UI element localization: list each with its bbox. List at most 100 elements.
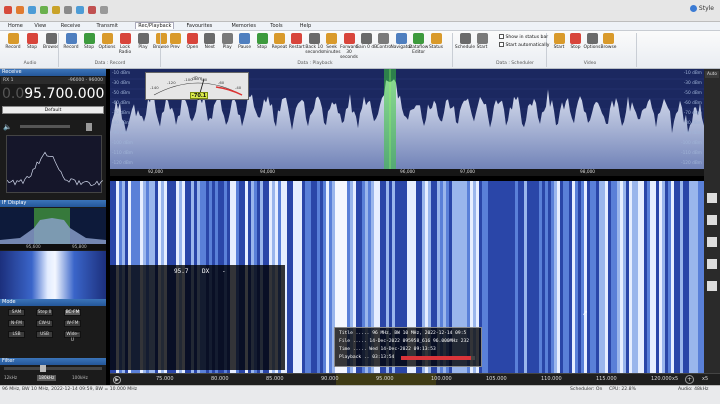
menu-tools[interactable]: Tools (270, 23, 282, 29)
menu-transmit[interactable]: Transmit (97, 23, 118, 29)
wf-contrast-button[interactable] (707, 193, 717, 203)
video-browse-button[interactable]: Browse (598, 33, 620, 50)
mini-spectrum-trace (7, 152, 103, 185)
spectrum-panel[interactable]: -10 dBm -10 dBm -30 dBm -30 dBm -50 dBm -50 d… (110, 69, 704, 176)
quick-access-icon[interactable] (4, 6, 12, 14)
s-meter-scale-label: -140 (150, 85, 159, 90)
db-label-right: -80 dBm (684, 121, 702, 126)
play-scale-icon[interactable]: ▶ (113, 376, 121, 384)
mode-wide-u-button[interactable]: Wide-U (64, 331, 81, 338)
stop-icon (84, 33, 95, 44)
mode-lsb-button[interactable]: LSB (8, 331, 25, 338)
waterfall-column (563, 181, 566, 373)
db-label: -70 dBm (112, 111, 130, 116)
waterfall-column (602, 181, 605, 373)
mode-sam-button[interactable]: SAM (8, 309, 25, 316)
quick-access-icon[interactable] (88, 6, 96, 14)
filter-handle[interactable] (40, 365, 46, 372)
quick-access-icon[interactable] (100, 6, 108, 14)
wf-level-button[interactable] (707, 281, 717, 291)
playback-progress[interactable] (401, 356, 475, 360)
quick-access-icon[interactable] (16, 6, 24, 14)
filter-slider[interactable] (4, 367, 102, 370)
waterfall-column (611, 181, 614, 373)
auto-button[interactable]: Auto (705, 71, 719, 78)
lock-radio-icon (120, 33, 131, 44)
waterfall-column (527, 181, 530, 373)
rx-row[interactable]: RX 1 -96000 - 96000 (1, 77, 105, 84)
start-automatically-check[interactable]: Start automatically (499, 42, 549, 50)
volume-slider[interactable] (20, 125, 70, 128)
filter-label-selected[interactable]: 180kHz (37, 375, 56, 381)
waterfall-column (575, 181, 578, 373)
zoom-plus-icon[interactable]: + (685, 375, 694, 384)
navigator-icon (396, 33, 407, 44)
profile-select[interactable]: Default (2, 106, 104, 114)
db-label-right: -50 dBm (684, 91, 702, 96)
mode-cw-u-button[interactable]: CW-U (36, 320, 53, 327)
if-spectrum-fill (0, 218, 106, 244)
waterfall-column (686, 181, 689, 373)
waterfall-column (692, 181, 695, 373)
s-meter-scale-label: -120 (167, 80, 176, 85)
wf-speed-button[interactable] (707, 215, 717, 225)
status-cpu: CPU: 22.8% (609, 387, 636, 392)
group-playback-label: Data : Playback (160, 61, 470, 66)
menu-rec-playback[interactable]: Rec/Playback (135, 22, 174, 29)
waterfall-column (497, 181, 500, 373)
gain-0-db-icon (361, 33, 372, 44)
waterfall-column (596, 181, 599, 373)
volume-handle[interactable] (86, 123, 92, 131)
waterfall-column (578, 181, 581, 373)
s-meter-unit: dBm (192, 77, 202, 82)
status-audio: Audio: 48kHz (678, 387, 708, 392)
quick-access-icon[interactable] (40, 6, 48, 14)
waterfall-column (671, 181, 674, 373)
next-icon (204, 33, 215, 44)
mode-n-fm-button[interactable]: N-FM (8, 320, 25, 327)
quick-access-icon[interactable] (52, 6, 60, 14)
scheduler-start-button[interactable]: Start (471, 33, 493, 50)
db-label: -110 dBm (112, 151, 133, 156)
quick-access-icon[interactable] (76, 6, 84, 14)
zoom-right[interactable]: x5 (702, 376, 708, 382)
frequency-display[interactable]: 0.095.700.000 (2, 86, 105, 103)
menu-memories[interactable]: Memories (232, 23, 256, 29)
menu-view[interactable]: View (34, 23, 46, 29)
scale-tick: 105.000 (486, 376, 507, 382)
frequency-scale-bar[interactable]: ▶ 75.000 80.000 85.000 90.000 95.000 100.000 1… (110, 373, 720, 385)
menu-receive[interactable]: Receive (61, 23, 81, 29)
quick-access-icon[interactable] (28, 6, 36, 14)
scale-tick: 90.000 (321, 376, 339, 382)
waterfall-column (290, 181, 293, 373)
zoom-left[interactable]: x5 (672, 376, 678, 382)
menu-help[interactable]: Help (300, 23, 311, 29)
waterfall-column (323, 181, 326, 373)
waterfall-column (650, 181, 653, 373)
wf-palette-button[interactable] (707, 259, 717, 269)
dataflow-editor-icon (413, 33, 424, 44)
mode-step-ii-button[interactable]: Step II (36, 309, 53, 316)
mode-usb-button[interactable]: USB (36, 331, 53, 338)
speaker-icon[interactable]: 🔈 (3, 123, 12, 131)
wf-range-button[interactable] (707, 237, 717, 247)
db-label-right: -10 dBm (684, 71, 702, 76)
waterfall-column (533, 181, 536, 373)
mode-w-fm-button[interactable]: W-FM (64, 320, 81, 327)
mode-bc-fm-button[interactable]: BC-FM (64, 309, 81, 316)
status-scheduler: Scheduler: On (570, 387, 602, 392)
stop-icon (27, 33, 38, 44)
waterfall-column (317, 181, 320, 373)
if-tick-2: 95,800 (72, 244, 87, 249)
show-in-status-check[interactable]: Show in status bar (499, 34, 549, 42)
db-label-right: -60 dBm (684, 101, 702, 106)
waterfall-display[interactable]: 95.7 DX - Title ..... 96 MHz, BW 10 MHz,… (110, 181, 704, 373)
menu-favourites[interactable]: Favourites (187, 23, 213, 29)
playback-status-button[interactable]: Status (425, 33, 447, 50)
style-menu[interactable]: Style (690, 5, 714, 12)
mode-panel-title: Mode (0, 299, 106, 306)
start-icon (477, 33, 488, 44)
menu-home[interactable]: Home (8, 23, 23, 29)
quick-access-icon[interactable] (64, 6, 72, 14)
waterfall-column (674, 181, 677, 373)
